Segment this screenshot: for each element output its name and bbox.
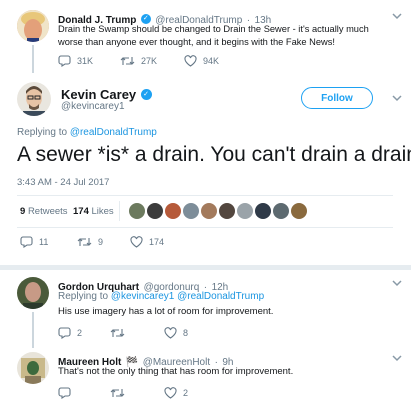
- replying-to: Replying to @kevincarey1 @realDonaldTrum…: [58, 291, 264, 302]
- likes-label: Likes: [91, 206, 114, 217]
- reply-button[interactable]: [58, 387, 110, 399]
- replying-prefix: Replying to: [58, 291, 109, 302]
- liker-avatar[interactable]: [183, 203, 199, 219]
- like-button[interactable]: 8: [164, 327, 188, 339]
- author-name[interactable]: Kevin Carey: [61, 87, 136, 102]
- retweet-count: 9: [98, 237, 104, 247]
- tweet-actions: 31K 27K 94K: [58, 55, 219, 67]
- reply-button[interactable]: 2: [58, 327, 110, 339]
- retweet-button[interactable]: 9: [77, 236, 130, 248]
- reply-button[interactable]: 31K: [58, 55, 93, 67]
- reply-icon: [20, 236, 33, 248]
- tweet-text-line: Drain the Swamp should be changed to Dra…: [58, 24, 369, 34]
- follow-label: Follow: [321, 92, 353, 104]
- liker-avatar[interactable]: [291, 203, 307, 219]
- retweet-count: 27K: [141, 56, 158, 66]
- divider: [17, 227, 393, 228]
- like-button[interactable]: 94K: [184, 55, 219, 67]
- verified-badge-icon: ✓: [140, 89, 152, 101]
- like-stats[interactable]: 174 Likes: [73, 206, 114, 217]
- reply-actions: 2: [58, 387, 188, 399]
- reply-icon: [58, 327, 71, 339]
- chevron-down-icon[interactable]: [391, 351, 403, 369]
- replying-to-link[interactable]: @kevincarey1 @realDonaldTrump: [111, 291, 264, 302]
- thread-line: [32, 45, 34, 73]
- like-count: 8: [183, 328, 189, 338]
- tweet-text-line: worse than anyone ever thought, and it b…: [58, 37, 336, 47]
- liker-avatar[interactable]: [255, 203, 271, 219]
- reply-count: 2: [77, 328, 83, 338]
- author-handle[interactable]: @kevincarey1: [61, 101, 125, 112]
- chevron-down-icon[interactable]: [391, 91, 403, 109]
- reply-actions: 2 8: [58, 327, 188, 339]
- retweet-icon: [120, 57, 135, 65]
- likes-count: 174: [73, 206, 89, 217]
- heart-icon: [164, 387, 177, 399]
- tweet-text: Drain the Swamp should be changed to Dra…: [58, 23, 403, 49]
- heart-icon: [164, 327, 177, 339]
- reply-icon: [58, 387, 71, 399]
- like-button[interactable]: 2: [164, 387, 188, 399]
- liker-avatar[interactable]: [201, 203, 217, 219]
- liker-avatar[interactable]: [237, 203, 253, 219]
- thread-line: [32, 312, 34, 348]
- main-tweet-text: A sewer *is* a drain. You can't drain a …: [17, 143, 411, 166]
- reply-icon: [58, 55, 71, 67]
- stats-divider: [119, 201, 120, 221]
- replying-to: Replying to @realDonaldTrump: [17, 127, 157, 138]
- chevron-down-icon[interactable]: [391, 276, 403, 294]
- reply-count: 11: [39, 237, 49, 247]
- retweet-icon: [77, 238, 92, 246]
- reply-text: That's not the only thing that has room …: [58, 366, 294, 377]
- retweet-stats[interactable]: 9 Retweets: [20, 206, 68, 217]
- retweet-icon: [110, 389, 125, 397]
- section-divider: [0, 265, 411, 270]
- retweets-count: 9: [20, 206, 26, 217]
- like-count: 174: [149, 237, 165, 247]
- like-button[interactable]: 174: [130, 236, 164, 248]
- liker-avatar[interactable]: [165, 203, 181, 219]
- like-count: 2: [183, 388, 189, 398]
- replying-to-link[interactable]: @realDonaldTrump: [70, 127, 157, 138]
- liker-avatar[interactable]: [147, 203, 163, 219]
- reply-count: 31K: [77, 56, 94, 66]
- follow-button[interactable]: Follow: [301, 87, 373, 109]
- replying-prefix: Replying to: [17, 127, 68, 138]
- retweet-button[interactable]: [110, 327, 164, 339]
- retweet-button[interactable]: 27K: [120, 55, 157, 67]
- tweet-timestamp[interactable]: 3:43 AM - 24 Jul 2017: [17, 177, 109, 188]
- heart-icon: [184, 55, 197, 67]
- like-count: 94K: [203, 56, 220, 66]
- liker-avatars: [129, 203, 307, 219]
- avatar-gordon-urquhart[interactable]: [17, 277, 49, 309]
- avatar-kevin-carey[interactable]: [17, 82, 51, 116]
- liker-avatar[interactable]: [273, 203, 289, 219]
- retweet-icon: [110, 329, 125, 337]
- heart-icon: [130, 236, 143, 248]
- main-tweet-actions: 11 9 174: [20, 236, 164, 248]
- retweet-button[interactable]: [110, 387, 164, 399]
- reply-button[interactable]: 11: [20, 236, 77, 248]
- liker-avatar[interactable]: [219, 203, 235, 219]
- avatar-maureen-holt[interactable]: [17, 352, 49, 384]
- liker-avatar[interactable]: [129, 203, 145, 219]
- reply-text: His use imagery has a lot of room for im…: [58, 306, 274, 317]
- avatar-donald-trump[interactable]: [17, 10, 49, 42]
- divider: [17, 195, 393, 196]
- retweets-label: Retweets: [27, 206, 68, 217]
